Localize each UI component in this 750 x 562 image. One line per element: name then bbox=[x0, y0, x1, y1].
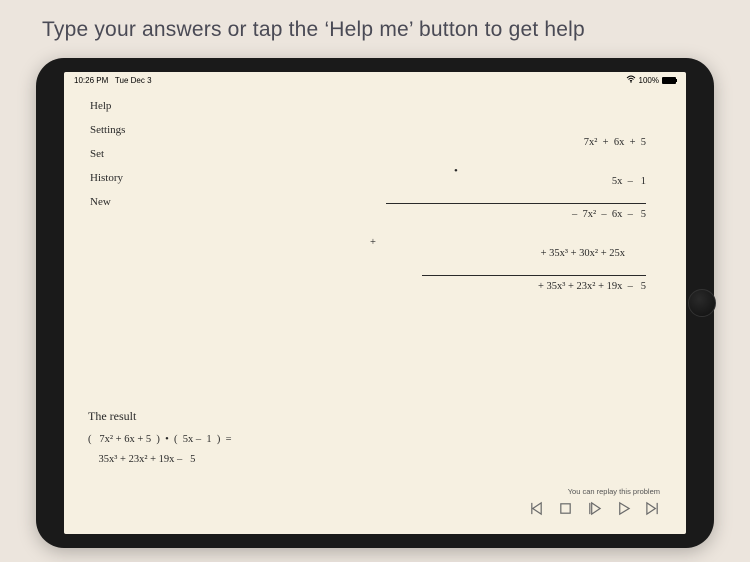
rule-2 bbox=[422, 275, 646, 276]
menu-help[interactable]: Help bbox=[90, 100, 125, 112]
skip-back-icon[interactable] bbox=[529, 501, 544, 516]
result-problem: ( 7x² + 6x + 5 ) • ( 5x – 1 ) = bbox=[88, 434, 662, 445]
battery-icon bbox=[662, 77, 676, 84]
play-icon[interactable] bbox=[616, 501, 631, 516]
skip-fwd-icon[interactable] bbox=[645, 501, 660, 516]
multiply-dot: • bbox=[454, 165, 458, 177]
step-fwd-icon[interactable] bbox=[587, 501, 602, 516]
sum-line: + 35x³ + 23x² + 19x – 5 bbox=[386, 278, 646, 295]
home-button[interactable] bbox=[688, 289, 716, 317]
result-title: The result bbox=[88, 409, 662, 424]
app-screen: 10:26 PM Tue Dec 3 100% Help Settings Se… bbox=[64, 72, 686, 534]
result-answer: 35x³ + 23x² + 19x – 5 bbox=[88, 454, 662, 465]
worked-multiplication: 7x² + 6x + 5 • 5x – 1 – 7x² – 6x – 5 + +… bbox=[386, 134, 646, 295]
status-time: 10:26 PM Tue Dec 3 bbox=[74, 76, 152, 85]
replay-panel: You can replay this problem bbox=[529, 487, 660, 516]
wifi-icon bbox=[626, 75, 636, 85]
side-menu: Help Settings Set History New bbox=[90, 100, 125, 208]
replay-label: You can replay this problem bbox=[529, 487, 660, 496]
ipad-frame: 10:26 PM Tue Dec 3 100% Help Settings Se… bbox=[36, 58, 714, 548]
menu-history[interactable]: History bbox=[90, 172, 125, 184]
menu-settings[interactable]: Settings bbox=[90, 124, 125, 136]
partial-2-row: + + 35x³ + 30x² + 25x bbox=[386, 223, 646, 273]
partial-1: – 7x² – 6x – 5 bbox=[386, 206, 646, 223]
menu-set[interactable]: Set bbox=[90, 148, 125, 160]
result-block: The result ( 7x² + 6x + 5 ) • ( 5x – 1 )… bbox=[88, 409, 662, 474]
multiplier-row: • 5x – 1 bbox=[386, 151, 646, 201]
multiplicand: 7x² + 6x + 5 bbox=[386, 134, 646, 151]
stop-icon[interactable] bbox=[558, 501, 573, 516]
rule-1 bbox=[386, 203, 646, 204]
promo-caption: Type your answers or tap the ‘Help me’ b… bbox=[0, 0, 750, 54]
menu-new[interactable]: New bbox=[90, 196, 125, 208]
battery-pct: 100% bbox=[639, 76, 659, 85]
status-bar: 10:26 PM Tue Dec 3 100% bbox=[64, 72, 686, 87]
plus-symbol: + bbox=[370, 237, 376, 248]
